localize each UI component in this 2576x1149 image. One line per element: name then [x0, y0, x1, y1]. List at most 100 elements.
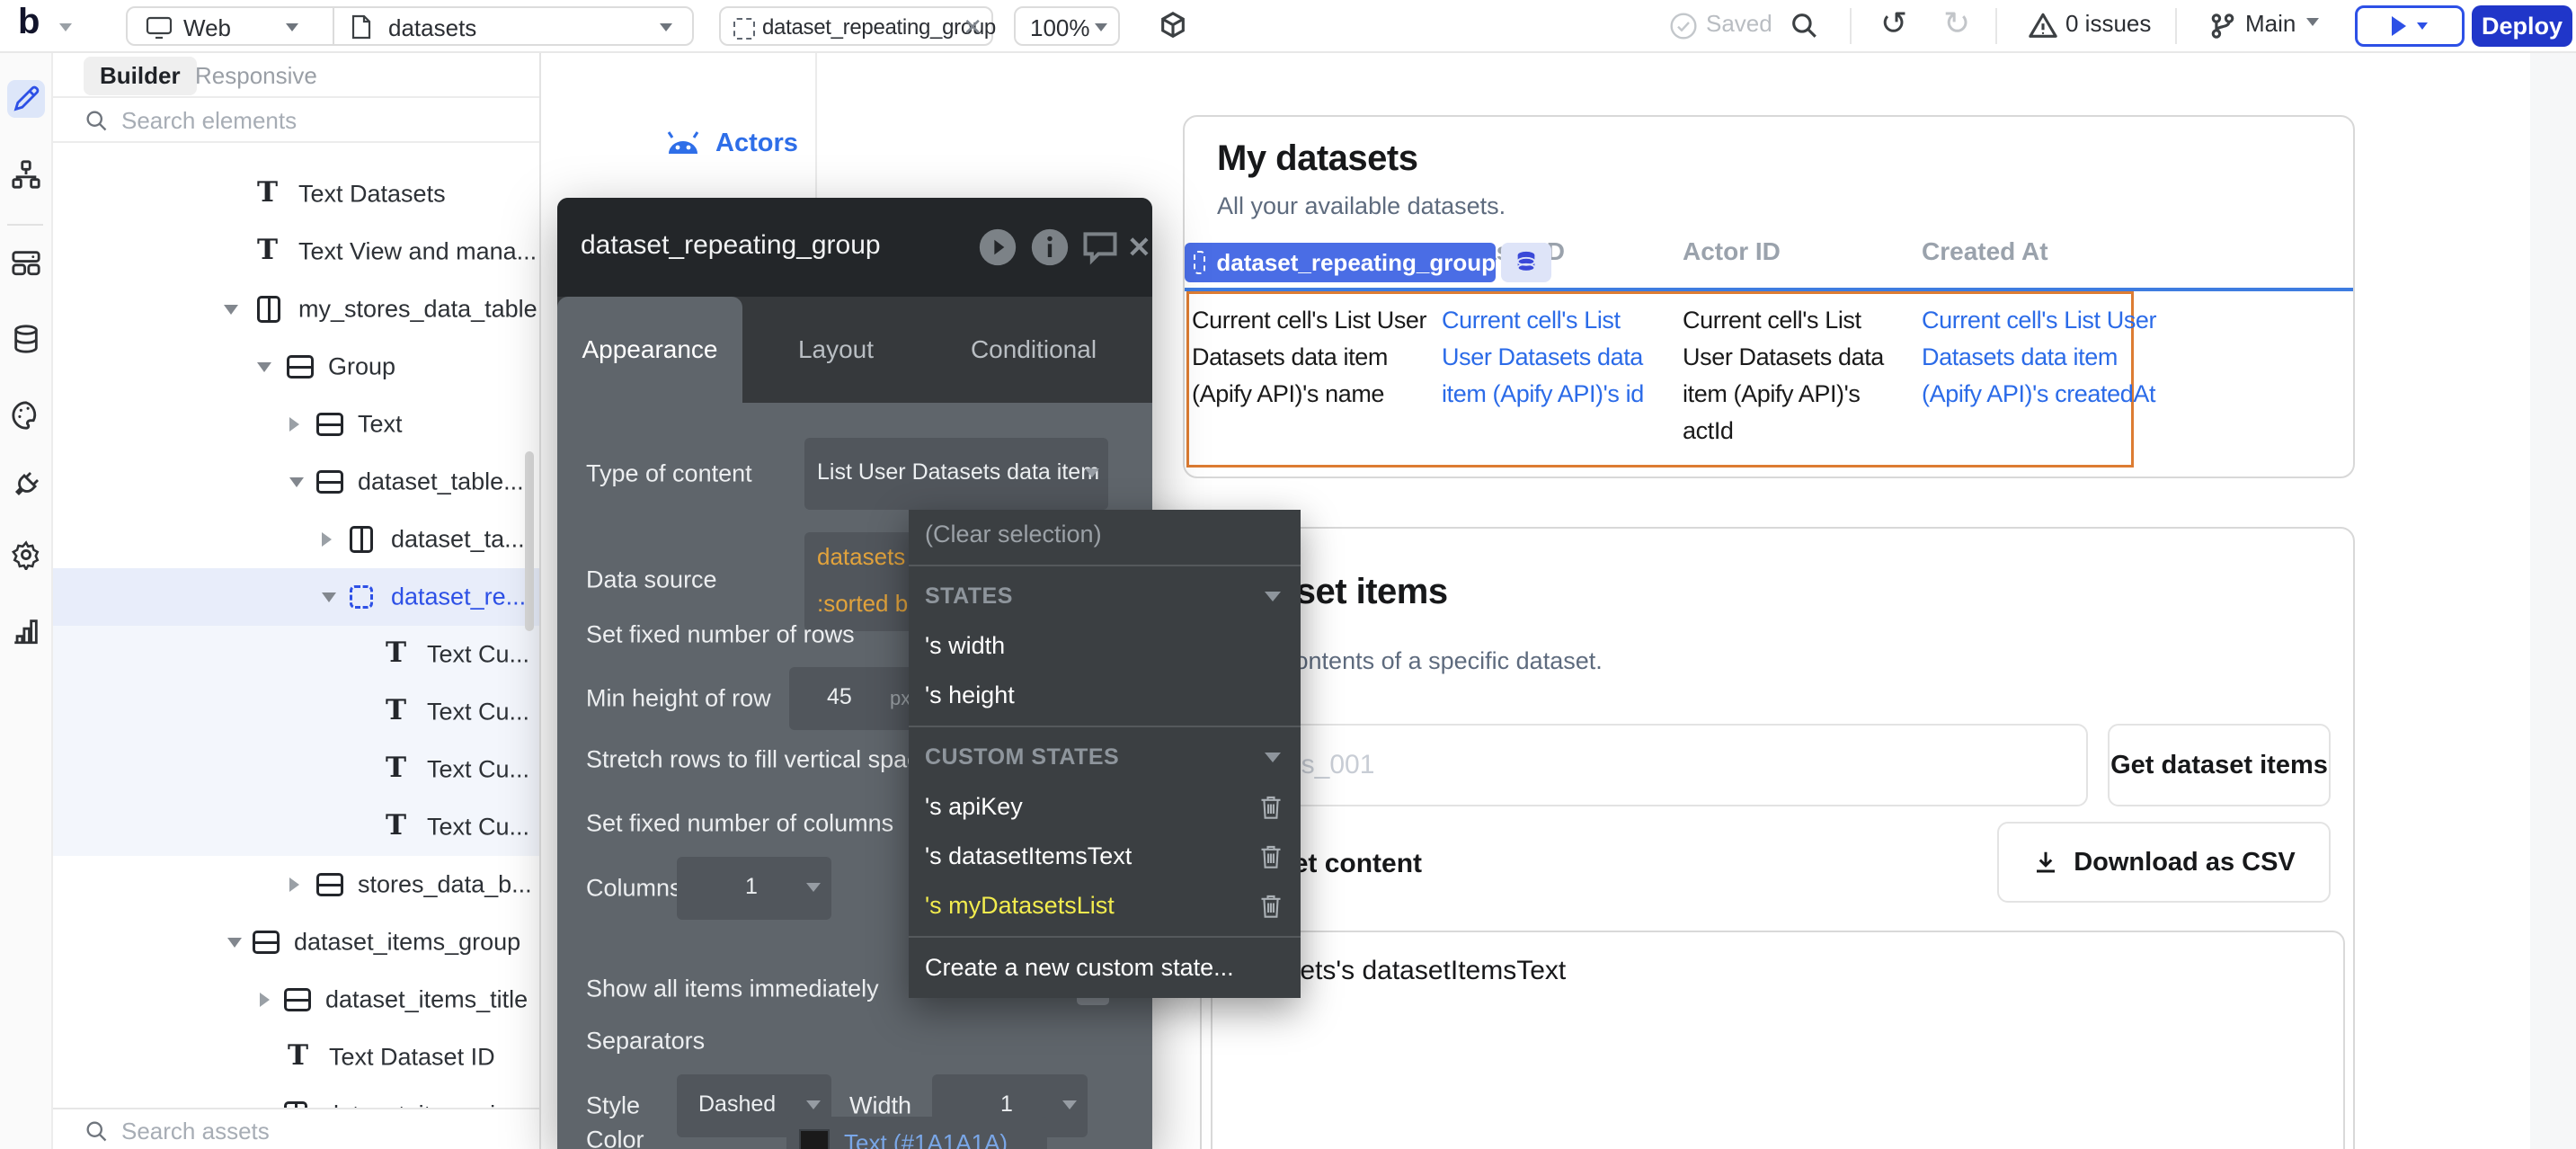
- caret-right-icon[interactable]: [289, 417, 299, 432]
- tree-scrollbar[interactable]: [525, 451, 534, 631]
- tree-item-dataset-re-[interactable]: dataset_re...: [51, 568, 539, 626]
- mode-select[interactable]: Web: [183, 14, 231, 42]
- settings-gear-icon[interactable]: [11, 539, 41, 570]
- tree-item-text-dataset-id[interactable]: TText Dataset ID: [51, 1029, 539, 1086]
- caret-right-icon[interactable]: [289, 877, 299, 892]
- tree-item-text[interactable]: Text: [51, 396, 539, 453]
- trash-icon[interactable]: [1259, 795, 1283, 826]
- color-value-link[interactable]: Text (#1A1A1A): [844, 1129, 1008, 1149]
- dropdown-option--s-mydatasetslist[interactable]: 's myDatasetsList: [909, 881, 1301, 931]
- mode-chevron-icon: [286, 23, 298, 31]
- caret-down-icon[interactable]: [257, 362, 271, 372]
- get-dataset-items-button[interactable]: Get dataset items: [2108, 724, 2331, 806]
- dropdown-clear-selection[interactable]: (Clear selection): [909, 510, 1301, 559]
- elements-panel: Builder Responsive Search elements TText…: [51, 51, 541, 1149]
- search-elements-row[interactable]: Search elements: [51, 98, 539, 143]
- dataset-id-input[interactable]: ds_001: [1234, 724, 2088, 806]
- dropdown-group-custom-states[interactable]: CUSTOM STATES: [909, 733, 1301, 782]
- zoom-select[interactable]: 100%: [1014, 6, 1120, 46]
- trash-icon[interactable]: [1259, 844, 1283, 876]
- tree-item-text-view-and-mana-[interactable]: TText View and mana...: [51, 223, 539, 281]
- run-chevron-icon: [2417, 22, 2428, 30]
- element-tree: TText DatasetsTText View and mana...my_s…: [51, 141, 539, 1108]
- tab-conditional[interactable]: Conditional: [944, 297, 1124, 403]
- tree-item-dataset-items-group[interactable]: dataset_items_group: [51, 913, 539, 971]
- database-icon[interactable]: [11, 324, 41, 354]
- close-icon[interactable]: ✕: [1127, 230, 1151, 264]
- styles-palette-icon[interactable]: [11, 400, 41, 431]
- redo-icon[interactable]: ↻: [1943, 4, 1970, 42]
- tree-item-label: Text Cu...: [427, 756, 529, 784]
- bubble-logo[interactable]: b: [18, 2, 40, 42]
- nav-item-actors[interactable]: Actors: [665, 129, 798, 158]
- caret-right-icon[interactable]: [322, 532, 332, 547]
- inspector-header[interactable]: dataset_repeating_group ✕: [557, 198, 1152, 297]
- data-source-badge[interactable]: [1501, 243, 1551, 282]
- undo-icon[interactable]: ↺: [1880, 4, 1907, 42]
- type-of-content-select[interactable]: List User Datasets data item: [804, 438, 1108, 510]
- preview-element-icon[interactable]: [978, 227, 1017, 267]
- tab-appearance[interactable]: Appearance: [557, 297, 742, 403]
- selected-element-chip[interactable]: dataset_repeating_group: [1185, 243, 1496, 282]
- caret-down-icon[interactable]: [224, 305, 238, 315]
- page-select[interactable]: datasets: [388, 14, 476, 42]
- separator-color-field[interactable]: Text (#1A1A1A): [786, 1117, 1047, 1149]
- tab-responsive[interactable]: Responsive: [195, 62, 317, 90]
- columns-select[interactable]: 1: [677, 857, 831, 920]
- tree-item-text-cu-[interactable]: TText Cu...: [51, 741, 539, 798]
- caret-right-icon[interactable]: [260, 993, 270, 1007]
- issues-count[interactable]: 0 issues: [2065, 10, 2151, 38]
- dropdown-option--s-height[interactable]: 's height: [909, 671, 1301, 720]
- tree-item-group[interactable]: Group: [51, 338, 539, 396]
- tree-item-my-stores-data-table[interactable]: my_stores_data_table: [51, 281, 539, 338]
- tree-item-text-datasets[interactable]: TText Datasets: [51, 165, 539, 223]
- dropdown-option--s-width[interactable]: 's width: [909, 621, 1301, 671]
- mode-page-select-group: Web datasets: [126, 6, 694, 46]
- info-icon[interactable]: [1030, 227, 1070, 267]
- table-element-icon: [350, 526, 373, 553]
- design-pencil-icon[interactable]: [11, 84, 41, 114]
- workflow-icon[interactable]: [11, 159, 41, 190]
- dropdown-create-custom-state[interactable]: Create a new custom state...: [909, 943, 1301, 993]
- element-tab[interactable]: dataset_repeating_group ✕: [719, 6, 993, 46]
- tab-builder[interactable]: Builder: [84, 57, 197, 95]
- table-cell-expression[interactable]: Current cell's List User Datasets data i…: [1442, 302, 1668, 413]
- deploy-button[interactable]: Deploy: [2472, 5, 2572, 47]
- components-icon[interactable]: [11, 247, 41, 278]
- dropdown-option--s-apikey[interactable]: 's apiKey: [909, 782, 1301, 832]
- tree-item-dataset-items-in-[interactable]: dataset_items_in...: [51, 1086, 539, 1108]
- separators-label: Separators: [586, 1028, 705, 1055]
- caret-down-icon[interactable]: [322, 592, 336, 602]
- search-icon[interactable]: [1789, 10, 1819, 40]
- download-csv-button[interactable]: Download as CSV: [1997, 822, 2331, 903]
- tree-item-text-cu-[interactable]: TText Cu...: [51, 626, 539, 683]
- tree-item-stores-data-b-[interactable]: stores_data_b...: [51, 856, 539, 913]
- tree-item-text-cu-[interactable]: TText Cu...: [51, 798, 539, 856]
- table-cell-expression[interactable]: Current cell's List User Datasets data i…: [1922, 302, 2177, 413]
- branch-select[interactable]: Main: [2245, 10, 2296, 38]
- dropdown-option--s-datasetitemstext[interactable]: 's datasetItemsText: [909, 832, 1301, 881]
- dropdown-group-states[interactable]: STATES: [909, 572, 1301, 621]
- component-cube-icon[interactable]: [1158, 11, 1188, 41]
- tree-item-dataset-items-title[interactable]: dataset_items_title: [51, 971, 539, 1029]
- preview-run-button[interactable]: [2355, 5, 2465, 47]
- close-tab-icon[interactable]: ✕: [963, 13, 982, 41]
- table-cell-expression[interactable]: Current cell's List User Datasets data i…: [1683, 302, 1913, 450]
- trash-icon[interactable]: [1259, 894, 1283, 925]
- logo-chevron-icon[interactable]: [59, 23, 72, 31]
- dataset-content-textarea[interactable]: datasets's datasetItemsText: [1211, 931, 2345, 1149]
- plugins-icon[interactable]: [11, 469, 41, 500]
- search-assets-row[interactable]: Search assets: [51, 1108, 539, 1149]
- tree-item-dataset-ta-[interactable]: dataset_ta...: [51, 511, 539, 568]
- caret-down-icon[interactable]: [289, 477, 304, 487]
- tree-item-dataset-table-[interactable]: dataset_table...: [51, 453, 539, 511]
- group-element-icon: [316, 873, 343, 896]
- tree-item-text-cu-[interactable]: TText Cu...: [51, 683, 539, 741]
- caret-down-icon[interactable]: [227, 938, 242, 948]
- tab-layout[interactable]: Layout: [764, 297, 908, 403]
- logs-chart-icon[interactable]: [11, 616, 41, 646]
- expression-suffix: :sorted b: [817, 590, 908, 618]
- table-cell-expression[interactable]: Current cell's List User Datasets data i…: [1192, 302, 1440, 413]
- color-swatch[interactable]: [799, 1129, 830, 1149]
- comment-icon[interactable]: [1080, 227, 1120, 267]
